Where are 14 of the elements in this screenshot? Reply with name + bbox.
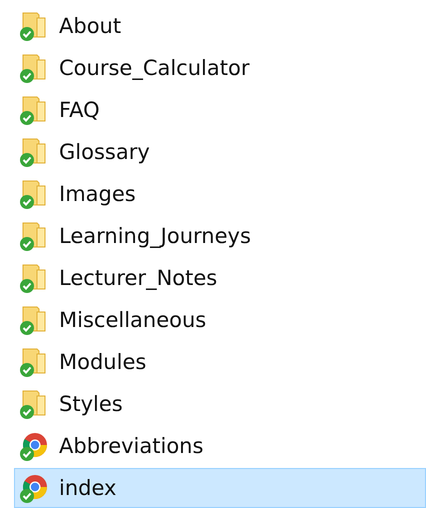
file-list-item[interactable]: Lecturer_Notes bbox=[14, 258, 426, 298]
file-list-item[interactable]: FAQ bbox=[14, 90, 426, 130]
file-list-item[interactable]: Learning_Journeys bbox=[14, 216, 426, 256]
file-list-item[interactable]: Images bbox=[14, 174, 426, 214]
browser-file-synced-icon bbox=[19, 430, 49, 462]
file-list-item[interactable]: Abbreviations bbox=[14, 426, 426, 466]
file-list-item[interactable]: index bbox=[14, 468, 426, 508]
file-list-item[interactable]: Course_Calculator bbox=[14, 48, 426, 88]
file-list-item[interactable]: Modules bbox=[14, 342, 426, 382]
browser-file-synced-icon bbox=[19, 472, 49, 504]
file-list-item[interactable]: Glossary bbox=[14, 132, 426, 172]
file-list-item[interactable]: Miscellaneous bbox=[14, 300, 426, 340]
file-list-item[interactable]: About bbox=[14, 6, 426, 46]
file-list-item[interactable]: Styles bbox=[14, 384, 426, 424]
